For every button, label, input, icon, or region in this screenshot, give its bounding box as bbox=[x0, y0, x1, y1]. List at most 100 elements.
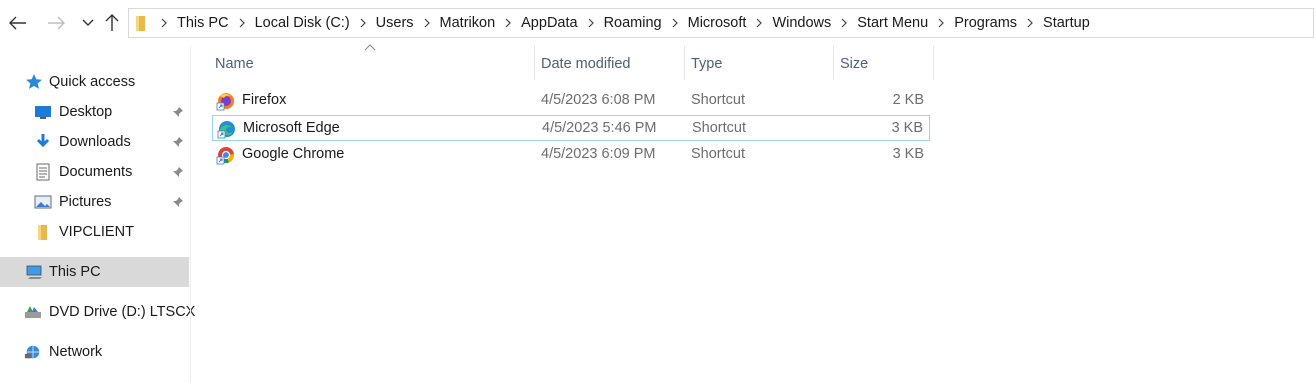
breadcrumb-item-local-disk[interactable]: Local Disk (C:) bbox=[249, 9, 356, 37]
breadcrumb-label: Programs bbox=[954, 15, 1018, 31]
sidebar-item-label: Pictures bbox=[59, 194, 112, 210]
column-header-size[interactable]: Size bbox=[834, 46, 933, 82]
column-header-label: Type bbox=[691, 56, 723, 72]
breadcrumb-label: Start Menu bbox=[857, 15, 929, 31]
arrow-right-icon bbox=[48, 16, 65, 30]
sidebar-item-label: Documents bbox=[59, 164, 133, 180]
column-header-label: Size bbox=[840, 56, 869, 72]
sidebar-item-label: Network bbox=[49, 344, 103, 360]
file-type: Shortcut bbox=[692, 120, 746, 136]
firefox-icon bbox=[216, 91, 236, 111]
address-bar[interactable]: This PC Local Disk (C:) Users Matrikon A… bbox=[128, 8, 1314, 38]
forward-button[interactable] bbox=[44, 10, 68, 36]
arrow-left-icon bbox=[9, 16, 26, 30]
file-name: Firefox bbox=[242, 92, 287, 108]
sidebar-item-documents[interactable]: Documents bbox=[0, 157, 189, 187]
breadcrumb-label: Roaming bbox=[603, 15, 662, 31]
chrome-icon bbox=[216, 145, 236, 165]
column-header-label: Name bbox=[215, 56, 254, 72]
folder-icon bbox=[34, 223, 52, 241]
chevron-down-icon bbox=[82, 19, 94, 26]
desktop-icon bbox=[34, 103, 52, 121]
pin-icon bbox=[171, 195, 185, 209]
breadcrumb-label: Windows bbox=[772, 15, 832, 31]
file-date-modified: 4/5/2023 6:08 PM bbox=[541, 92, 656, 108]
edge-icon bbox=[217, 119, 237, 139]
pictures-icon bbox=[34, 193, 52, 211]
sidebar-item-desktop[interactable]: Desktop bbox=[0, 97, 189, 127]
sidebar-item-dvd-drive[interactable]: DVD Drive (D:) LTSCX bbox=[0, 297, 195, 327]
column-header-type[interactable]: Type bbox=[685, 46, 833, 82]
sidebar-item-label: Desktop bbox=[59, 104, 113, 120]
column-header-name[interactable]: Name bbox=[209, 46, 534, 82]
breadcrumb-item-users[interactable]: Users bbox=[370, 9, 420, 37]
sidebar-item-quick-access[interactable]: Quick access bbox=[0, 67, 189, 97]
breadcrumb-sep[interactable] bbox=[235, 9, 249, 37]
sidebar-item-vipclient[interactable]: VIPCLIENT bbox=[0, 217, 189, 247]
breadcrumb-label: Microsoft bbox=[687, 15, 747, 31]
breadcrumb-item-roaming[interactable]: Roaming bbox=[598, 9, 668, 37]
breadcrumb-label: Users bbox=[375, 15, 414, 31]
breadcrumb-item-windows[interactable]: Windows bbox=[766, 9, 837, 37]
sidebar-item-label: Quick access bbox=[49, 74, 136, 90]
pane-divider[interactable] bbox=[190, 46, 191, 383]
pin-icon bbox=[171, 165, 185, 179]
breadcrumb-sep[interactable] bbox=[934, 9, 948, 37]
recent-locations-button[interactable] bbox=[76, 10, 100, 36]
address-toolbar: This PC Local Disk (C:) Users Matrikon A… bbox=[0, 0, 1316, 46]
sidebar-item-label: This PC bbox=[49, 264, 101, 280]
sidebar-item-this-pc[interactable]: This PC bbox=[0, 257, 189, 287]
breadcrumb-label: Local Disk (C:) bbox=[254, 15, 350, 31]
breadcrumb-sep[interactable] bbox=[668, 9, 682, 37]
pin-icon bbox=[171, 135, 185, 149]
breadcrumb-sep[interactable] bbox=[356, 9, 370, 37]
sidebar-item-downloads[interactable]: Downloads bbox=[0, 127, 189, 157]
sidebar-item-pictures[interactable]: Pictures bbox=[0, 187, 189, 217]
file-type: Shortcut bbox=[691, 92, 745, 108]
computer-icon bbox=[26, 263, 44, 281]
file-type: Shortcut bbox=[691, 146, 745, 162]
file-row-microsoft-edge[interactable]: Microsoft Edge 4/5/2023 5:46 PM Shortcut… bbox=[212, 115, 930, 141]
breadcrumb-sep[interactable] bbox=[752, 9, 766, 37]
breadcrumb-sep[interactable] bbox=[157, 9, 171, 37]
dvd-drive-icon bbox=[24, 303, 42, 321]
breadcrumb-item-this-pc[interactable]: This PC bbox=[171, 9, 235, 37]
breadcrumb-sep[interactable] bbox=[420, 9, 434, 37]
breadcrumb-sep[interactable] bbox=[584, 9, 598, 37]
column-resize-handle[interactable] bbox=[933, 46, 934, 80]
file-name: Microsoft Edge bbox=[243, 120, 340, 136]
column-header-label: Date modified bbox=[541, 56, 631, 72]
sidebar-item-label: Downloads bbox=[59, 134, 131, 150]
folder-icon bbox=[135, 14, 151, 32]
breadcrumb-item-matrikon[interactable]: Matrikon bbox=[434, 9, 502, 37]
pin-icon bbox=[171, 105, 185, 119]
file-row-google-chrome[interactable]: Google Chrome 4/5/2023 6:09 PM Shortcut … bbox=[212, 142, 930, 168]
breadcrumb-sep[interactable] bbox=[1023, 9, 1037, 37]
breadcrumb-label: AppData bbox=[521, 15, 578, 31]
file-size: 2 KB bbox=[892, 92, 924, 108]
sidebar-item-network[interactable]: Network bbox=[0, 337, 189, 367]
breadcrumb-sep[interactable] bbox=[501, 9, 515, 37]
network-icon bbox=[24, 343, 42, 361]
up-button[interactable] bbox=[100, 10, 124, 36]
column-header-date-modified[interactable]: Date modified bbox=[535, 46, 684, 82]
breadcrumb: This PC Local Disk (C:) Users Matrikon A… bbox=[157, 9, 1096, 37]
back-button[interactable] bbox=[6, 10, 30, 36]
breadcrumb-item-programs[interactable]: Programs bbox=[948, 9, 1023, 37]
file-row-firefox[interactable]: Firefox 4/5/2023 6:08 PM Shortcut 2 KB bbox=[212, 88, 930, 114]
breadcrumb-label: This PC bbox=[177, 15, 229, 31]
breadcrumb-item-startup[interactable]: Startup bbox=[1037, 9, 1096, 37]
breadcrumb-label: Startup bbox=[1043, 15, 1090, 31]
breadcrumb-item-start-menu[interactable]: Start Menu bbox=[851, 9, 934, 37]
download-icon bbox=[34, 133, 52, 151]
arrow-up-icon bbox=[105, 14, 119, 31]
sidebar-item-label: VIPCLIENT bbox=[59, 224, 134, 240]
file-date-modified: 4/5/2023 6:09 PM bbox=[541, 146, 656, 162]
breadcrumb-item-appdata[interactable]: AppData bbox=[515, 9, 583, 37]
file-name: Google Chrome bbox=[242, 146, 345, 162]
file-size: 3 KB bbox=[892, 146, 924, 162]
breadcrumb-sep[interactable] bbox=[837, 9, 851, 37]
navigation-pane: Quick access Desktop Downloads Documents bbox=[0, 60, 195, 383]
breadcrumb-item-microsoft[interactable]: Microsoft bbox=[682, 9, 753, 37]
breadcrumb-label: Matrikon bbox=[439, 15, 496, 31]
